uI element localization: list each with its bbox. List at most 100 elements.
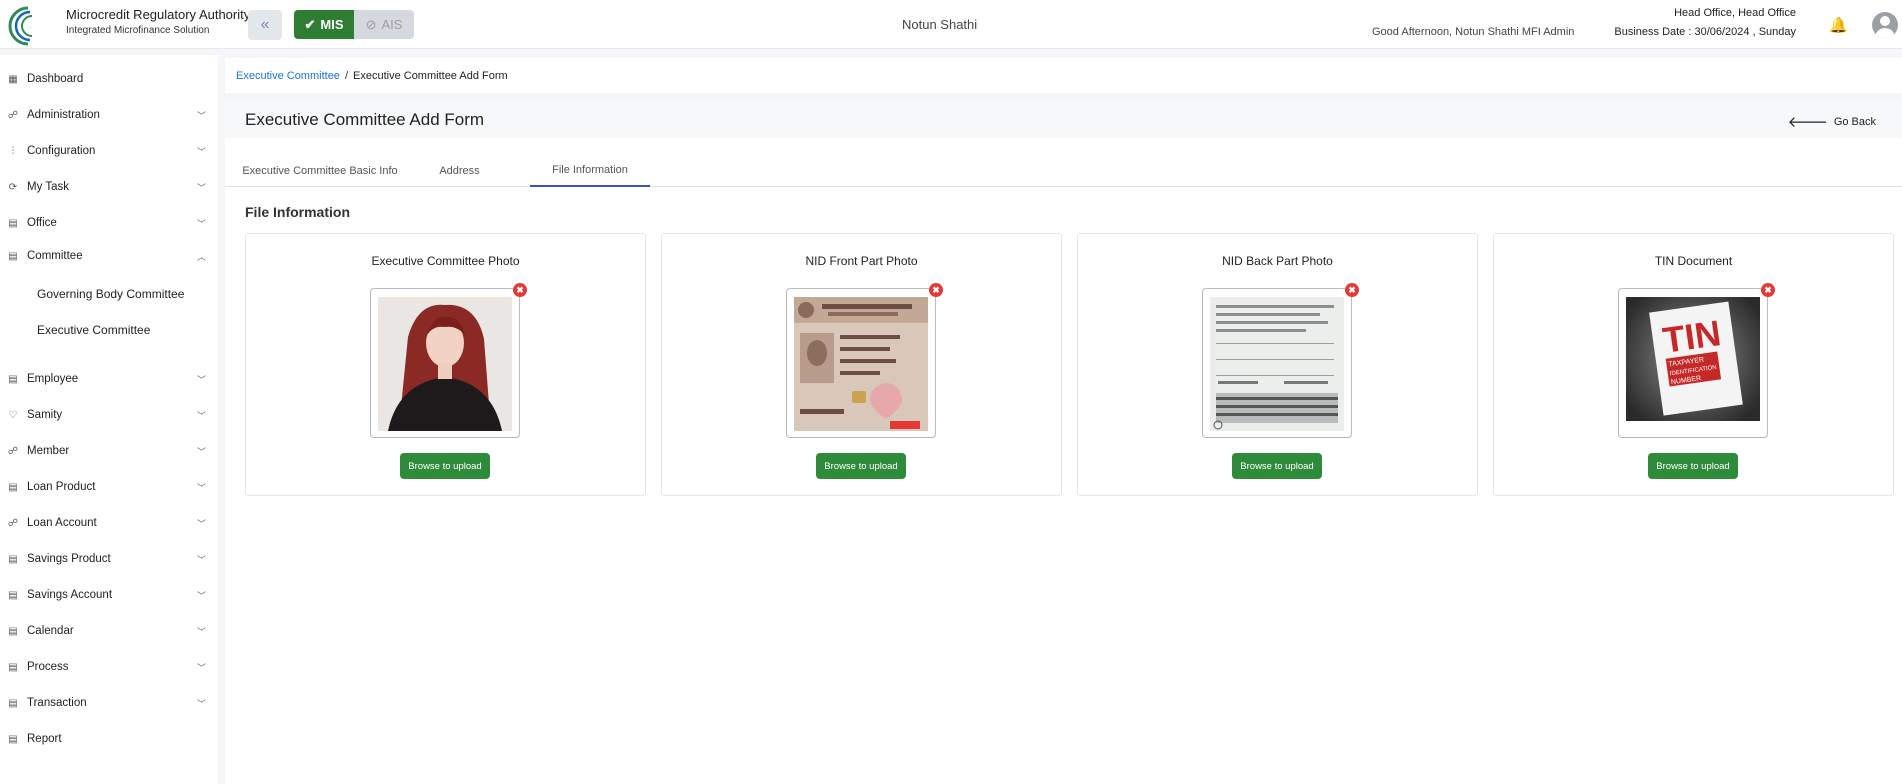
user-avatar[interactable] xyxy=(1872,12,1898,38)
breadcrumb-current: Executive Committee Add Form xyxy=(353,69,508,82)
calendar-icon: ▤ xyxy=(8,625,18,637)
remove-file-icon[interactable]: ✖ xyxy=(929,283,943,297)
section-title: File Information xyxy=(245,204,350,220)
sidebar-item-transaction[interactable]: ▤ Transaction ﹀ xyxy=(0,688,218,718)
main-content: Executive Committee Add Form 🡐 Go Back E… xyxy=(225,100,1902,784)
sidebar-item-loan-product[interactable]: ▤ Loan Product ﹀ xyxy=(0,472,218,502)
employee-icon: ▤ xyxy=(8,373,18,385)
chevron-down-icon: ﹀ xyxy=(197,518,207,529)
remove-file-icon[interactable]: ✖ xyxy=(1345,283,1359,297)
file-card-nid-front: NID Front Part Photo ✖ Browse to upload xyxy=(661,233,1062,496)
browse-upload-button[interactable]: Browse to upload xyxy=(1232,453,1322,479)
business-date: Business Date : 30/06/2024 , Sunday xyxy=(1614,26,1796,38)
file-preview[interactable]: ✖ xyxy=(370,283,527,438)
file-card-title: TIN Document xyxy=(1654,254,1733,268)
sidebar-item-calendar[interactable]: ▤ Calendar ﹀ xyxy=(0,616,218,646)
chevron-down-icon: ﹀ xyxy=(197,662,207,673)
brand-subtitle: Integrated Microfinance Solution xyxy=(66,25,210,36)
chevron-down-icon: ﹀ xyxy=(197,698,207,709)
transaction-icon: ▤ xyxy=(8,697,18,709)
file-preview[interactable]: ✖ xyxy=(786,283,943,438)
organization-name: Notun Shathi xyxy=(902,17,978,32)
breadcrumb-separator: / xyxy=(344,69,348,82)
mis-label: MIS xyxy=(320,17,344,32)
sidebar-subitem-governing-body-committee[interactable]: Governing Body Committee xyxy=(37,287,184,301)
ais-toggle-button[interactable]: ⊘ AIS xyxy=(354,10,414,39)
sidebar-subitem-executive-committee[interactable]: Executive Committee xyxy=(37,323,150,337)
chevron-down-icon: ﹀ xyxy=(197,482,207,493)
building-icon: ▤ xyxy=(8,217,18,229)
chevron-down-icon: ﹀ xyxy=(197,146,207,157)
breadcrumb-link-executive-committee[interactable]: Executive Committee xyxy=(236,70,340,82)
chevron-down-icon: ﹀ xyxy=(197,218,207,229)
nid-front-image xyxy=(794,297,928,431)
double-chevron-left-icon: « xyxy=(260,16,270,33)
page-title: Executive Committee Add Form xyxy=(245,110,485,129)
sidebar-item-configuration[interactable]: ⫶ Configuration ﹀ xyxy=(0,136,218,166)
sidebar-item-process[interactable]: ▤ Process ﹀ xyxy=(0,652,218,682)
sidebar: ▦ Dashboard ☍ Administration ﹀ ⫶ Configu… xyxy=(0,55,218,784)
tin-document-image: TIN TAXPAYER IDENTIFICATION NUMBER xyxy=(1626,297,1760,431)
sidebar-item-dashboard[interactable]: ▦ Dashboard xyxy=(0,64,218,94)
account-icon: ☍ xyxy=(7,517,19,529)
process-icon: ▤ xyxy=(8,661,18,673)
committee-icon: ▤ xyxy=(8,250,18,262)
remove-file-icon[interactable]: ✖ xyxy=(1761,283,1775,297)
file-preview[interactable]: TIN TAXPAYER IDENTIFICATION NUMBER ✖ xyxy=(1618,283,1775,438)
form-tabs: Executive Committee Basic Info Address F… xyxy=(225,155,1902,187)
sidebar-item-member[interactable]: ☍ Member ﹀ xyxy=(0,436,218,466)
ais-label: AIS xyxy=(381,17,403,32)
mis-toggle-button[interactable]: ✔ MIS xyxy=(294,10,354,39)
browse-upload-button[interactable]: Browse to upload xyxy=(1648,453,1738,479)
check-circle-icon: ✔ xyxy=(304,16,316,32)
tab-file-information[interactable]: File Information xyxy=(530,155,650,187)
grid-icon: ▦ xyxy=(8,73,18,85)
file-card-nid-back: NID Back Part Photo ✖ Browse to upload xyxy=(1077,233,1478,496)
file-card-title: Executive Committee Photo xyxy=(371,254,520,268)
chevron-down-icon: ﹀ xyxy=(197,446,207,457)
greeting-text: Good Afternoon, Notun Shathi MFI Admin xyxy=(1372,26,1575,38)
office-name: Head Office, Head Office xyxy=(1674,7,1796,19)
report-icon: ▤ xyxy=(8,733,18,745)
sidebar-item-savings-product[interactable]: ▤ Savings Product ﹀ xyxy=(0,544,218,574)
file-card-title: NID Back Part Photo xyxy=(1222,254,1333,268)
chevron-down-icon: ﹀ xyxy=(197,410,207,421)
users-icon: ☍ xyxy=(7,109,19,121)
brand-title: Microcredit Regulatory Authority xyxy=(66,7,251,22)
sidebar-item-savings-account[interactable]: ▤ Savings Account ﹀ xyxy=(0,580,218,610)
tab-basic-info[interactable]: Executive Committee Basic Info xyxy=(242,155,398,187)
sidebar-item-employee[interactable]: ▤ Employee ﹀ xyxy=(0,364,218,394)
chevron-up-icon: ︿ xyxy=(197,251,207,262)
file-card-executive-committee-photo: Executive Committee Photo ✖ Browse to up… xyxy=(245,233,646,496)
go-back-label: Go Back xyxy=(1833,115,1876,128)
breadcrumb: Executive Committee / Executive Committe… xyxy=(225,58,1902,93)
ban-icon: ⊘ xyxy=(365,16,377,32)
arrow-left-icon: 🡐 xyxy=(1787,114,1828,131)
notification-bell-icon[interactable]: 🔔 xyxy=(1829,16,1848,34)
sliders-icon: ⫶ xyxy=(11,145,15,157)
browse-upload-button[interactable]: Browse to upload xyxy=(400,453,490,479)
sidebar-item-report[interactable]: ▤ Report xyxy=(0,724,218,754)
remove-file-icon[interactable]: ✖ xyxy=(513,283,527,297)
go-back-button[interactable]: 🡐 Go Back xyxy=(1788,112,1876,131)
sidebar-item-committee[interactable]: ▤ Committee ︿ xyxy=(0,241,218,271)
person-photo xyxy=(378,297,512,431)
sidebar-item-samity[interactable]: ♡ Samity ﹀ xyxy=(0,400,218,430)
browse-upload-button[interactable]: Browse to upload xyxy=(816,453,906,479)
chevron-down-icon: ﹀ xyxy=(197,374,207,385)
page-header: Executive Committee Add Form 🡐 Go Back xyxy=(225,100,1902,138)
sidebar-item-administration[interactable]: ☍ Administration ﹀ xyxy=(0,100,218,130)
chevron-down-icon: ﹀ xyxy=(197,590,207,601)
sidebar-item-loan-account[interactable]: ☍ Loan Account ﹀ xyxy=(0,508,218,538)
sidebar-item-office[interactable]: ▤ Office ﹀ xyxy=(0,208,218,238)
account-icon: ▤ xyxy=(8,589,18,601)
mra-logo xyxy=(8,6,33,46)
chevron-down-icon: ﹀ xyxy=(197,554,207,565)
file-preview[interactable]: ✖ xyxy=(1202,283,1359,438)
top-header: Microcredit Regulatory Authority Integra… xyxy=(0,0,1902,49)
tab-address[interactable]: Address xyxy=(434,155,485,187)
sidebar-item-my-task[interactable]: ⟳ My Task ﹀ xyxy=(0,172,218,202)
chevron-down-icon: ﹀ xyxy=(197,626,207,637)
sidebar-collapse-button[interactable]: « xyxy=(248,10,282,40)
file-card-tin-document: TIN Document TIN TAXPAYER IDENTIFICATION… xyxy=(1493,233,1894,496)
